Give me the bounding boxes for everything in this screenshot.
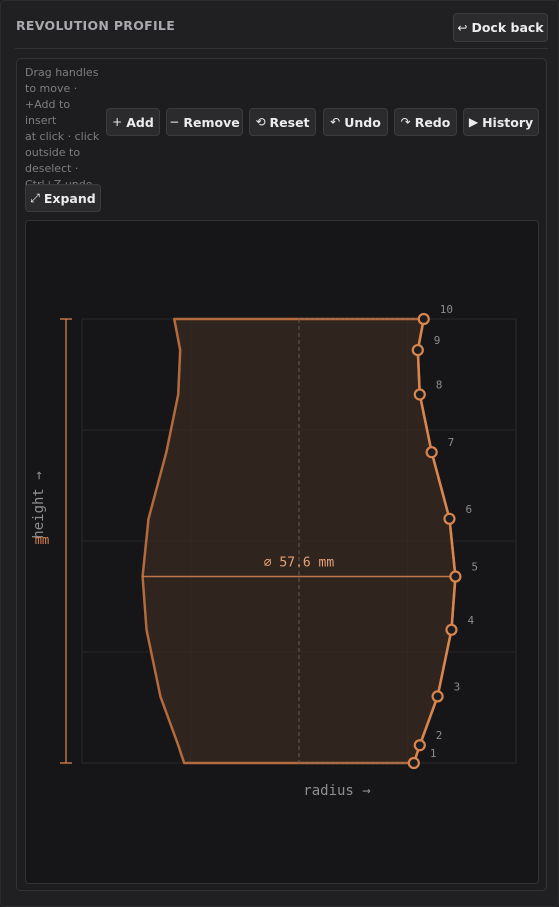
handle-index-label: 9 — [434, 334, 441, 347]
handle-index-label: 5 — [471, 561, 478, 574]
y-axis-unit: mm — [35, 533, 49, 547]
x-axis-label: radius → — [303, 783, 370, 799]
profile-handle[interactable] — [445, 623, 458, 636]
handle-index-label: 1 — [430, 747, 437, 760]
handle-index-label: 2 — [436, 729, 443, 742]
profile-handle[interactable] — [413, 739, 426, 752]
y-axis-label: height → — [31, 471, 47, 538]
handle-index-label: 8 — [436, 378, 443, 391]
profile-chart: ⌀ 57.6 mm 12345678910 radius → height → … — [31, 303, 517, 799]
height-axis — [60, 318, 72, 764]
handle-index-label: 6 — [465, 503, 472, 516]
handle-index-label: 3 — [454, 680, 461, 693]
handle-index-label: 10 — [440, 303, 453, 316]
handle-index-label: 4 — [467, 614, 474, 627]
profile-handle[interactable] — [417, 312, 430, 326]
profile-handle[interactable] — [425, 446, 438, 459]
profile-handle[interactable] — [413, 388, 426, 401]
profile-handle[interactable] — [431, 690, 444, 703]
diameter-label: ⌀ 57.6 mm — [264, 556, 335, 571]
handle-index-label: 7 — [448, 436, 455, 449]
profile-handle[interactable] — [449, 570, 462, 583]
profile-handle[interactable] — [407, 756, 420, 770]
profile-handle[interactable] — [411, 343, 424, 357]
profile-handle[interactable] — [443, 512, 456, 525]
